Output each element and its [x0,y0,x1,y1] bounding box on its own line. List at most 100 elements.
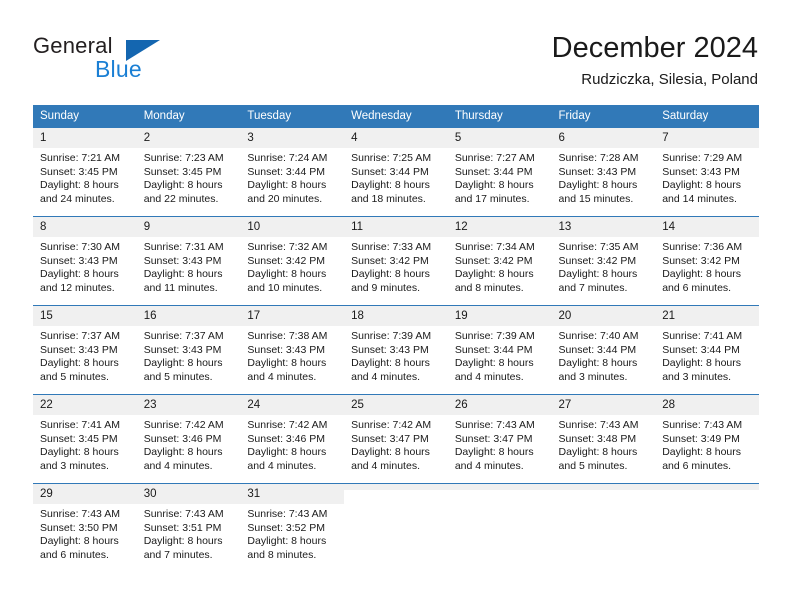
sunset-text: Sunset: 3:42 PM [247,254,326,267]
sunset-text: Sunset: 3:52 PM [247,521,326,534]
sunrise-text: Sunrise: 7:30 AM [40,241,120,253]
sunset-text: Sunset: 3:43 PM [40,254,118,267]
day-number: 26 [447,395,552,416]
day-info: Sunrise: 7:38 AM Sunset: 3:43 PM Dayligh… [240,327,344,384]
daylight-text-line2: and 4 minutes. [454,459,524,472]
calendar-day-cell[interactable]: 22 Sunrise: 7:41 AM Sunset: 3:45 PM Dayl… [33,394,137,484]
calendar-day-cell-empty [447,483,552,573]
calendar-day-cell[interactable]: 4 Sunrise: 7:25 AM Sunset: 3:44 PM Dayli… [344,127,448,217]
day-info: Sunrise: 7:33 AM Sunset: 3:42 PM Dayligh… [344,238,448,295]
daylight-text-line1: Daylight: 8 hours [143,179,223,192]
sunrise-text: Sunrise: 7:21 AM [40,152,120,164]
calendar-day-cell[interactable]: 31 Sunrise: 7:43 AM Sunset: 3:52 PM Dayl… [240,483,345,573]
sunrise-text: Sunrise: 7:41 AM [662,330,743,342]
daylight-text-line2: and 4 minutes. [351,459,420,472]
calendar-day-cell[interactable]: 26 Sunrise: 7:43 AM Sunset: 3:47 PM Dayl… [447,394,552,484]
daylight-text-line2: and 7 minutes. [143,548,213,561]
sunrise-text: Sunrise: 7:42 AM [143,419,224,431]
calendar-day-cell[interactable]: 19 Sunrise: 7:39 AM Sunset: 3:44 PM Dayl… [447,305,552,395]
sunset-text: Sunset: 3:42 PM [558,254,637,267]
sunrise-text: Sunrise: 7:43 AM [662,419,743,431]
calendar-day-cell[interactable]: 13 Sunrise: 7:35 AM Sunset: 3:42 PM Dayl… [551,216,656,306]
calendar-day-cell[interactable]: 14 Sunrise: 7:36 AM Sunset: 3:42 PM Dayl… [655,216,759,306]
daylight-text-line2: and 4 minutes. [247,459,317,472]
daylight-text-line2: and 6 minutes. [40,548,109,561]
calendar-day-cell[interactable]: 12 Sunrise: 7:34 AM Sunset: 3:42 PM Dayl… [447,216,552,306]
sunset-text: Sunset: 3:42 PM [454,254,533,267]
sunset-text: Sunset: 3:45 PM [143,165,222,178]
daylight-text-line1: Daylight: 8 hours [558,268,638,281]
calendar-day-cell[interactable]: 18 Sunrise: 7:39 AM Sunset: 3:43 PM Dayl… [344,305,448,395]
calendar-day-cell[interactable]: 1 Sunrise: 7:21 AM Sunset: 3:45 PM Dayli… [33,127,137,217]
calendar-day-cell[interactable]: 9 Sunrise: 7:31 AM Sunset: 3:43 PM Dayli… [136,216,241,306]
calendar-day-cell[interactable]: 23 Sunrise: 7:42 AM Sunset: 3:46 PM Dayl… [136,394,241,484]
calendar-day-cell[interactable]: 25 Sunrise: 7:42 AM Sunset: 3:47 PM Dayl… [344,394,448,484]
sunset-text: Sunset: 3:42 PM [662,254,740,267]
daylight-text-line1: Daylight: 8 hours [40,357,119,370]
daylight-text-line1: Daylight: 8 hours [40,535,119,548]
daylight-text-line2: and 3 minutes. [662,370,732,383]
calendar-day-cell[interactable]: 30 Sunrise: 7:43 AM Sunset: 3:51 PM Dayl… [136,483,241,573]
sunset-text: Sunset: 3:44 PM [558,343,637,356]
day-info: Sunrise: 7:42 AM Sunset: 3:46 PM Dayligh… [240,416,344,473]
day-number: 29 [33,484,137,505]
calendar-day-cell[interactable]: 21 Sunrise: 7:41 AM Sunset: 3:44 PM Dayl… [655,305,759,395]
day-info: Sunrise: 7:42 AM Sunset: 3:46 PM Dayligh… [137,416,241,473]
daylight-text-line1: Daylight: 8 hours [40,268,119,281]
day-info: Sunrise: 7:37 AM Sunset: 3:43 PM Dayligh… [33,327,137,384]
sunrise-text: Sunrise: 7:33 AM [351,241,432,253]
sunrise-text: Sunrise: 7:43 AM [143,508,224,520]
day-info: Sunrise: 7:27 AM Sunset: 3:44 PM Dayligh… [448,149,552,206]
day-number [344,484,448,491]
calendar-day-cell[interactable]: 2 Sunrise: 7:23 AM Sunset: 3:45 PM Dayli… [136,127,241,217]
calendar-day-cell[interactable]: 28 Sunrise: 7:43 AM Sunset: 3:49 PM Dayl… [655,394,759,484]
calendar-page: General Blue December 2024 Rudziczka, Si… [0,0,792,612]
day-number: 11 [344,217,448,238]
calendar-day-cell[interactable]: 20 Sunrise: 7:40 AM Sunset: 3:44 PM Dayl… [551,305,656,395]
calendar-day-cell[interactable]: 16 Sunrise: 7:37 AM Sunset: 3:43 PM Dayl… [136,305,241,395]
sunrise-text: Sunrise: 7:43 AM [247,508,328,520]
day-number: 21 [655,306,759,327]
weekday-header-sunday: Sunday [33,105,137,128]
day-info: Sunrise: 7:43 AM Sunset: 3:50 PM Dayligh… [33,505,137,562]
day-number: 8 [33,217,137,238]
calendar-day-cell[interactable]: 29 Sunrise: 7:43 AM Sunset: 3:50 PM Dayl… [33,483,137,573]
daylight-text-line1: Daylight: 8 hours [454,179,534,192]
calendar-day-cell[interactable]: 27 Sunrise: 7:43 AM Sunset: 3:48 PM Dayl… [551,394,656,484]
weekday-header-friday: Friday [551,105,656,128]
calendar-day-cell[interactable]: 11 Sunrise: 7:33 AM Sunset: 3:42 PM Dayl… [344,216,448,306]
calendar-day-cell[interactable]: 15 Sunrise: 7:37 AM Sunset: 3:43 PM Dayl… [33,305,137,395]
daylight-text-line1: Daylight: 8 hours [662,446,742,459]
sunset-text: Sunset: 3:43 PM [558,165,637,178]
calendar-day-cell[interactable]: 7 Sunrise: 7:29 AM Sunset: 3:43 PM Dayli… [655,127,759,217]
daylight-text-line2: and 5 minutes. [558,459,628,472]
calendar-week-row: 15 Sunrise: 7:37 AM Sunset: 3:43 PM Dayl… [33,305,759,395]
calendar-day-cell[interactable]: 3 Sunrise: 7:24 AM Sunset: 3:44 PM Dayli… [240,127,345,217]
sunset-text: Sunset: 3:43 PM [247,343,326,356]
day-info: Sunrise: 7:43 AM Sunset: 3:51 PM Dayligh… [137,505,241,562]
calendar-day-cell[interactable]: 10 Sunrise: 7:32 AM Sunset: 3:42 PM Dayl… [240,216,345,306]
calendar-day-cell[interactable]: 24 Sunrise: 7:42 AM Sunset: 3:46 PM Dayl… [240,394,345,484]
day-number: 20 [551,306,656,327]
daylight-text-line2: and 20 minutes. [247,192,323,205]
sunset-text: Sunset: 3:45 PM [40,165,118,178]
daylight-text-line1: Daylight: 8 hours [143,268,223,281]
sunrise-text: Sunrise: 7:38 AM [247,330,328,342]
sunrise-text: Sunrise: 7:27 AM [454,152,535,164]
sunrise-text: Sunrise: 7:23 AM [143,152,224,164]
day-number: 5 [447,128,552,149]
sunrise-text: Sunrise: 7:40 AM [558,330,639,342]
daylight-text-line1: Daylight: 8 hours [454,446,534,459]
daylight-text-line2: and 18 minutes. [351,192,426,205]
calendar-day-cell[interactable]: 17 Sunrise: 7:38 AM Sunset: 3:43 PM Dayl… [240,305,345,395]
daylight-text-line1: Daylight: 8 hours [143,535,223,548]
calendar-day-cell[interactable]: 6 Sunrise: 7:28 AM Sunset: 3:43 PM Dayli… [551,127,656,217]
daylight-text-line2: and 10 minutes. [247,281,323,294]
daylight-text-line2: and 4 minutes. [454,370,524,383]
calendar-day-cell[interactable]: 8 Sunrise: 7:30 AM Sunset: 3:43 PM Dayli… [33,216,137,306]
calendar-day-cell[interactable]: 5 Sunrise: 7:27 AM Sunset: 3:44 PM Dayli… [447,127,552,217]
daylight-text-line1: Daylight: 8 hours [558,357,638,370]
day-number: 12 [447,217,552,238]
sunrise-text: Sunrise: 7:37 AM [40,330,120,342]
general-blue-logo[interactable]: General Blue [33,33,213,89]
